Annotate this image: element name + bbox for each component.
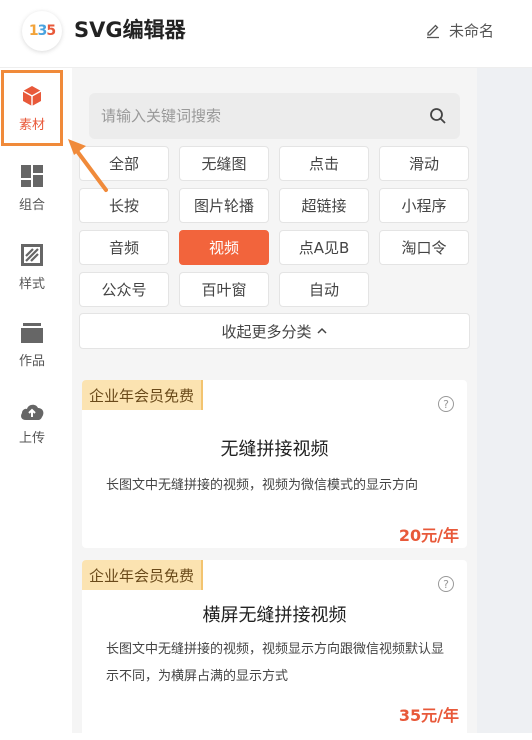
category-tag-selected[interactable]: 视频	[179, 230, 269, 265]
category-tag[interactable]: 图片轮播	[179, 188, 269, 223]
folder-icon	[21, 322, 43, 343]
category-tag[interactable]: 无缝图	[179, 146, 269, 181]
category-tag[interactable]: 点击	[279, 146, 369, 181]
category-tag[interactable]: 小程序	[379, 188, 469, 223]
style-icon	[21, 243, 43, 266]
category-tag[interactable]: 超链接	[279, 188, 369, 223]
category-tag[interactable]: 点A见B	[279, 230, 369, 265]
category-tag[interactable]: 百叶窗	[179, 272, 269, 307]
sidebar-item-works[interactable]: 作品	[0, 306, 64, 384]
app-logo[interactable]: 135	[22, 11, 62, 51]
card-price: 35元/年	[398, 706, 459, 725]
cube-icon	[22, 85, 42, 106]
sidebar-item-label: 样式	[18, 276, 45, 292]
sidebar-item-label: 组合	[18, 197, 45, 213]
grid-icon	[21, 164, 43, 187]
member-free-badge: 企业年会员免费	[82, 380, 204, 410]
materials-panel: 全部 无缝图 点击 滑动 长按 图片轮播 超链接 小程序 音频 视频 点A见B …	[72, 68, 477, 740]
chevron-up-icon	[316, 327, 327, 334]
template-card[interactable]: 企业年会员免费 ? 横屏无缝拼接视频 长图文中无缝拼接的视频，视频显示方向跟微信…	[82, 560, 467, 740]
sidebar-item-label: 作品	[18, 353, 45, 369]
template-card[interactable]: 企业年会员免费 ? 无缝拼接视频 长图文中无缝拼接的视频，视频为微信模式的显示方…	[82, 380, 467, 548]
sidebar-item-materials[interactable]: 素材	[1, 70, 63, 146]
card-description: 长图文中无缝拼接的视频，视频显示方向跟微信视频默认显示不同，为横屏占满的显示方式	[106, 642, 445, 684]
card-description: 长图文中无缝拼接的视频，视频为微信模式的显示方向	[106, 478, 419, 493]
help-icon[interactable]: ?	[438, 396, 454, 412]
collapse-categories-button[interactable]: 收起更多分类	[79, 313, 470, 349]
member-free-badge: 企业年会员免费	[82, 560, 204, 590]
category-tag[interactable]: 公众号	[79, 272, 169, 307]
sidebar-item-styles[interactable]: 样式	[0, 228, 64, 306]
category-tag[interactable]: 音频	[79, 230, 169, 265]
search-input[interactable]	[89, 107, 416, 125]
app-title: SVG编辑器	[74, 18, 186, 42]
rename-label: 未命名	[448, 22, 494, 40]
sidebar-item-upload[interactable]: 上传	[0, 384, 64, 462]
card-title: 横屏无缝拼接视频	[202, 605, 347, 626]
upload-icon	[21, 404, 44, 420]
category-tag[interactable]: 自动	[279, 272, 369, 307]
logo-text: 135	[28, 23, 56, 39]
header: 135 SVG编辑器 未命名	[0, 0, 532, 68]
search-button[interactable]	[416, 107, 460, 125]
category-tag[interactable]: 全部	[79, 146, 169, 181]
pencil-icon	[426, 24, 439, 38]
sidebar-item-combos[interactable]: 组合	[0, 149, 64, 227]
sidebar-item-label: 上传	[18, 430, 45, 446]
sidebar-item-label: 素材	[18, 117, 45, 133]
help-icon[interactable]: ?	[438, 576, 454, 592]
sidebar: 素材 组合 样式 作品 上传	[0, 68, 72, 733]
canvas-edge	[477, 68, 532, 733]
category-tag[interactable]: 长按	[79, 188, 169, 223]
card-title: 无缝拼接视频	[220, 439, 329, 460]
category-tag[interactable]: 淘口令	[379, 230, 469, 265]
category-tag[interactable]: 滑动	[379, 146, 469, 181]
search-icon	[430, 108, 446, 124]
rename-button[interactable]: 未命名	[425, 20, 494, 41]
search-bar	[89, 93, 460, 139]
card-price: 20元/年	[398, 526, 459, 545]
collapse-label: 收起更多分类	[221, 322, 312, 341]
